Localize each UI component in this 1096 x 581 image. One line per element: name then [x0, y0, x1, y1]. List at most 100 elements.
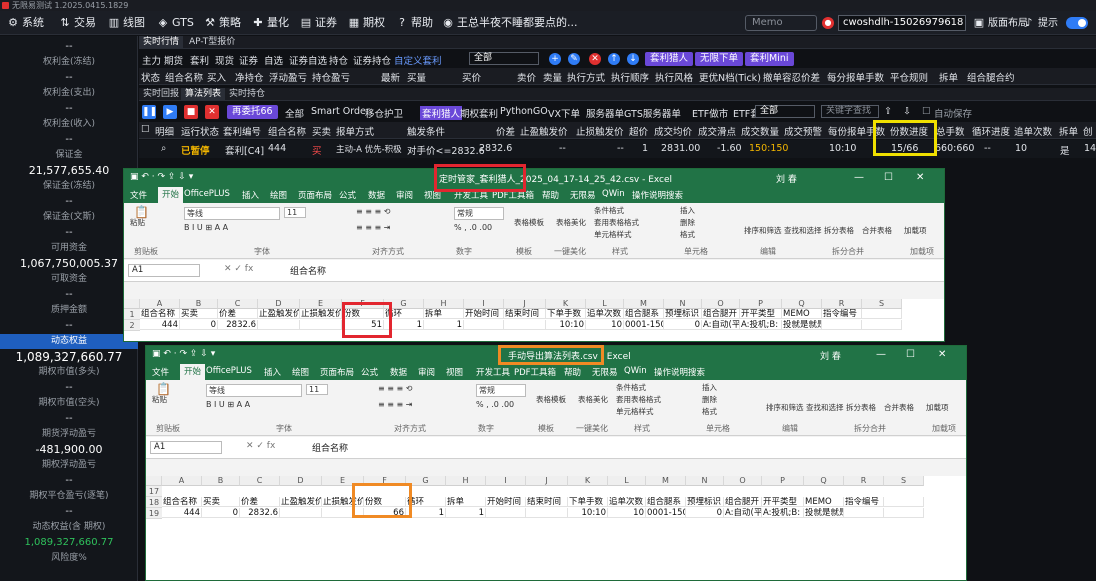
ribbon-button[interactable]: 表格模板: [536, 394, 566, 405]
add-icon[interactable]: +: [549, 53, 561, 65]
header-cell[interactable]: [884, 497, 924, 507]
column-header[interactable]: D: [280, 476, 322, 486]
data-cell[interactable]: [280, 508, 322, 518]
delete-icon[interactable]: ✕: [589, 53, 601, 65]
sheet-grid[interactable]: A B C D E F G H I J K L M N O P Q R S 1 2 组合名称 买卖 价差 止盈触发价 止损触发价份…: [124, 299, 944, 341]
bold-icon[interactable]: B I U ⊞ A A: [184, 223, 228, 232]
algo-filter-move-guard[interactable]: 移仓护卫: [365, 106, 403, 120]
col-arb-id[interactable]: 套利编号: [223, 124, 261, 138]
arb-mini-button[interactable]: 套利Mini: [745, 52, 794, 66]
ribbon-button[interactable]: 查找和选择: [806, 402, 844, 413]
ribbon-button[interactable]: 套用表格格式: [616, 394, 661, 405]
row-header[interactable]: 17: [146, 486, 162, 497]
sheet-grid[interactable]: A B C D E F G H I J K L M N O P Q R S 17 18 19 组合名称 买卖 价差 止盈触发价 止损…: [146, 476, 966, 580]
column-header[interactable]: H: [424, 299, 464, 309]
algo-filter-smart-order[interactable]: Smart Order: [311, 106, 370, 117]
filter-arb[interactable]: 套利: [190, 53, 209, 67]
header-cell[interactable]: [862, 309, 902, 319]
header-cell[interactable]: 拆单: [446, 497, 486, 507]
algo-category-select[interactable]: 全部: [755, 105, 815, 118]
name-box[interactable]: A1: [150, 441, 222, 454]
col-total[interactable]: 总手数: [936, 124, 965, 138]
align-icon[interactable]: ≡ ≡ ≡ ⇥: [356, 223, 390, 232]
row-header[interactable]: 19: [146, 508, 162, 519]
ribbon-tab[interactable]: 无限易: [592, 366, 618, 378]
ribbon-tab[interactable]: 绘图: [292, 366, 309, 378]
column-header[interactable]: M: [646, 476, 686, 486]
header-cell[interactable]: 下单手数: [568, 497, 608, 507]
header-cell[interactable]: MEMO: [804, 497, 844, 507]
download-icon[interactable]: ⇩: [903, 106, 911, 117]
col-leg-contract[interactable]: 组合腿合约: [967, 70, 1015, 84]
col-check[interactable]: ☐: [141, 124, 150, 135]
ribbon-button[interactable]: 格式: [702, 406, 717, 417]
header-cell[interactable]: 预埋标识: [686, 497, 724, 507]
data-cell[interactable]: [844, 508, 884, 518]
col-order-mode[interactable]: 报单方式: [336, 124, 374, 138]
row-header[interactable]: 18: [146, 497, 162, 508]
ribbon-button[interactable]: 格式: [680, 229, 695, 240]
number-format-select[interactable]: 常规: [476, 384, 526, 397]
layout-menu[interactable]: ▣ 版面布局: [972, 15, 1028, 31]
algo-filter-etf-mm[interactable]: ETF做市: [692, 106, 728, 120]
col-over-price[interactable]: 超价: [629, 124, 648, 138]
col-better-n[interactable]: 更优N档(Tick): [699, 70, 761, 84]
column-header[interactable]: N: [664, 299, 702, 309]
col-net-position[interactable]: 净持仓: [235, 70, 264, 84]
ribbon-tab[interactable]: 开发工具: [476, 366, 510, 378]
ribbon-tab[interactable]: 数据: [390, 366, 407, 378]
column-header[interactable]: R: [822, 299, 862, 309]
record-icon[interactable]: ●: [822, 17, 834, 29]
data-cell[interactable]: [258, 320, 300, 330]
column-header[interactable]: I: [464, 299, 504, 309]
ribbon-button[interactable]: 排序和筛选: [766, 402, 804, 413]
filter-spot[interactable]: 现货: [215, 53, 234, 67]
ribbon-tab[interactable]: 公式: [339, 189, 356, 201]
menu-trade[interactable]: ⇅ 交易: [58, 15, 96, 31]
ribbon-tab[interactable]: 视图: [446, 366, 463, 378]
ribbon-button[interactable]: 插入: [680, 205, 695, 216]
algo-filter-server[interactable]: 服务器单: [586, 106, 624, 120]
col-ask-price[interactable]: 卖价: [517, 70, 536, 84]
column-header[interactable]: D: [258, 299, 300, 309]
play-icon[interactable]: ▶: [163, 105, 177, 119]
upload-icon[interactable]: ↑: [608, 53, 620, 65]
quote-category-select[interactable]: 全部: [469, 52, 539, 65]
col-bid-price[interactable]: 买价: [462, 70, 481, 84]
algo-filter-option-arb[interactable]: 期权套利: [460, 106, 498, 120]
font-size-select[interactable]: 11: [284, 207, 306, 218]
data-cell[interactable]: 1: [446, 508, 486, 518]
col-last[interactable]: 最新: [381, 70, 400, 84]
header-cell[interactable]: 追单次数: [608, 497, 646, 507]
col-detail[interactable]: 明细: [155, 124, 174, 138]
column-header[interactable]: B: [202, 476, 240, 486]
data-cell[interactable]: 0: [180, 320, 218, 330]
col-side[interactable]: 买卖: [312, 124, 331, 138]
ribbon-tab[interactable]: 帮助: [564, 366, 581, 378]
percent-icon[interactable]: % ‚ .0 .00: [476, 400, 514, 409]
header-cell[interactable]: MEMO: [782, 309, 822, 319]
col-loop[interactable]: 循环进度: [972, 124, 1010, 138]
header-cell[interactable]: 买卖: [202, 497, 240, 507]
algo-filter-vx[interactable]: VX下单: [548, 106, 580, 120]
save-icon[interactable]: ▣ ↶ · ↷ ⇪ ⇩ ▾: [130, 172, 193, 182]
ribbon-tab[interactable]: 帮助: [542, 189, 559, 201]
ribbon-button[interactable]: 删除: [702, 394, 717, 405]
account-select[interactable]: cwoshdlh-15026979618: [838, 15, 966, 31]
header-cell[interactable]: 结束时间: [504, 309, 546, 319]
close-icon[interactable]: ✕: [916, 172, 924, 183]
header-cell[interactable]: 组合名称: [140, 309, 180, 319]
ribbon-button[interactable]: 套用表格格式: [594, 217, 639, 228]
ribbon-tab[interactable]: 审阅: [396, 189, 413, 201]
ribbon-button[interactable]: 单元格样式: [594, 229, 632, 240]
col-exec-order[interactable]: 执行顺序: [611, 70, 649, 84]
menu-quant[interactable]: ✚ 量化: [251, 15, 289, 31]
col-slip[interactable]: 成交滑点: [698, 124, 736, 138]
header-cell[interactable]: 开始时间: [486, 497, 526, 507]
data-cell[interactable]: 444: [140, 320, 180, 330]
ribbon-tab[interactable]: OfficePLUS: [206, 366, 252, 376]
ribbon-tab[interactable]: QWin: [602, 189, 625, 199]
ribbon-button[interactable]: 表格美化: [578, 394, 608, 405]
filter-main[interactable]: 主力: [142, 53, 161, 67]
percent-icon[interactable]: % ‚ .0 .00: [454, 223, 492, 232]
